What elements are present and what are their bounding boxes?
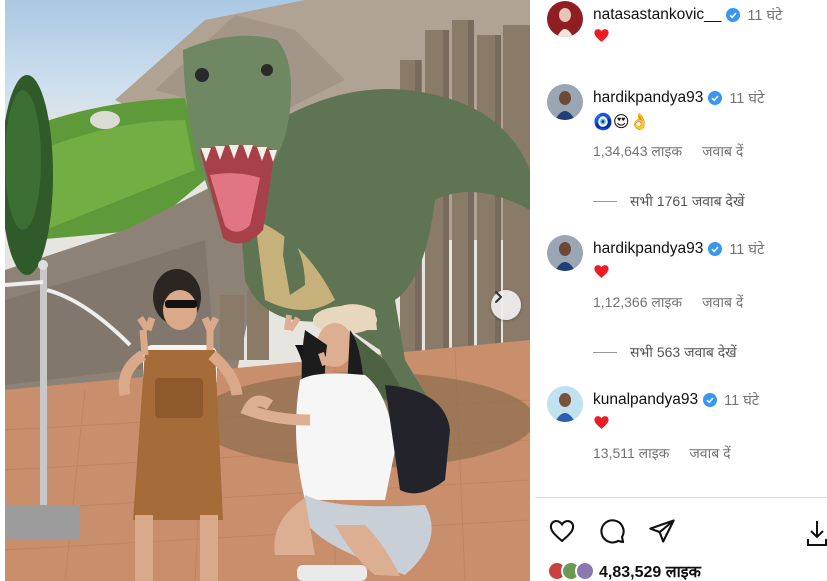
comment-item: natasastankovic__ 11 घंटे bbox=[547, 1, 827, 56]
like-button[interactable] bbox=[547, 516, 577, 546]
share-button[interactable] bbox=[647, 516, 677, 546]
comment-username[interactable]: natasastankovic__ bbox=[593, 6, 721, 24]
save-icon bbox=[807, 521, 827, 546]
red-heart-icon bbox=[594, 265, 609, 278]
comment-button[interactable] bbox=[597, 516, 627, 546]
comment-time: 11 घंटे bbox=[724, 393, 760, 409]
likes-summary[interactable]: 4,83,529 लाइक bbox=[547, 560, 701, 581]
comment-text bbox=[593, 414, 610, 431]
comment-item: hardikpandya93 11 घंटे 🧿😍👌 1,34,643 लाइक… bbox=[547, 84, 827, 174]
comment-text bbox=[593, 263, 610, 280]
comment-time: 11 घंटे bbox=[729, 242, 765, 258]
comment-time: 11 घंटे bbox=[729, 91, 765, 107]
next-photo-button[interactable] bbox=[491, 290, 521, 320]
comment-likes[interactable]: 1,34,643 लाइक bbox=[593, 142, 682, 161]
heart-icon bbox=[549, 520, 575, 543]
view-replies-label: सभी 1761 जवाब देखें bbox=[630, 193, 745, 209]
avatar[interactable] bbox=[547, 84, 583, 120]
post-photo[interactable] bbox=[5, 0, 530, 581]
comment-username[interactable]: kunalpandya93 bbox=[593, 391, 698, 409]
comment-icon bbox=[600, 519, 625, 544]
verified-icon bbox=[708, 91, 723, 105]
view-replies-label: सभी 563 जवाब देखें bbox=[630, 344, 737, 360]
comment-text bbox=[593, 27, 610, 44]
verified-icon bbox=[703, 393, 718, 407]
avatar[interactable] bbox=[547, 1, 583, 37]
comment-likes[interactable]: 13,511 लाइक bbox=[593, 444, 669, 463]
comment-item: hardikpandya93 11 घंटे 1,12,366 लाइक जवा… bbox=[547, 235, 827, 325]
comment-username[interactable]: hardikpandya93 bbox=[593, 240, 703, 258]
share-icon bbox=[649, 519, 675, 543]
view-replies-link[interactable]: सभी 1761 जवाब देखें bbox=[593, 192, 744, 211]
red-heart-icon bbox=[594, 416, 609, 429]
comment-username[interactable]: hardikpandya93 bbox=[593, 89, 703, 107]
comment-item: kunalpandya93 11 घंटे 13,511 लाइक जवाब द… bbox=[547, 386, 827, 476]
red-heart-icon bbox=[594, 29, 609, 42]
comments-panel[interactable]: natasastankovic__ 11 घंटे hardikpandya93 bbox=[535, 0, 827, 496]
likes-count[interactable]: 4,83,529 लाइक bbox=[599, 560, 701, 581]
verified-icon bbox=[726, 8, 741, 22]
reply-button[interactable]: जवाब दें bbox=[689, 444, 730, 463]
view-replies-link[interactable]: सभी 563 जवाब देखें bbox=[593, 343, 737, 362]
avatar bbox=[575, 561, 595, 581]
comment-time: 11 घंटे bbox=[747, 8, 783, 24]
comment-text: 🧿😍👌 bbox=[593, 114, 650, 131]
avatar[interactable] bbox=[547, 386, 583, 422]
reply-button[interactable]: जवाब दें bbox=[702, 293, 743, 312]
verified-icon bbox=[708, 242, 723, 256]
photo-scene bbox=[5, 0, 530, 581]
reply-button[interactable]: जवाब दें bbox=[702, 142, 743, 161]
comment-likes[interactable]: 1,12,366 लाइक bbox=[593, 293, 682, 312]
post-actions bbox=[547, 516, 677, 546]
avatar[interactable] bbox=[547, 235, 583, 271]
chevron-right-icon bbox=[495, 291, 502, 303]
divider bbox=[535, 497, 827, 498]
save-button[interactable] bbox=[806, 519, 827, 547]
